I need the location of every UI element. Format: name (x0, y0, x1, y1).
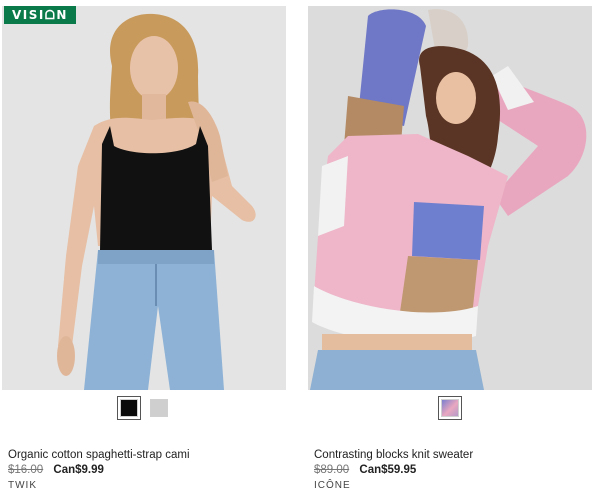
product-image-cami[interactable]: VISIᗝN (2, 6, 286, 390)
sale-price: Can$59.95 (359, 464, 417, 476)
brand-name: TWIK (8, 480, 37, 491)
price-row: $89.00 Can$59.95 (314, 463, 592, 478)
swatch-black-fill (120, 399, 138, 417)
swatch-black[interactable] (117, 396, 141, 420)
swatch-grey[interactable] (147, 396, 171, 420)
product-info: Organic cotton spaghetti-strap cami $16.… (8, 448, 286, 492)
product-name[interactable]: Organic cotton spaghetti-strap cami (8, 448, 286, 462)
swatch-grey-fill (150, 399, 168, 417)
sale-price: Can$9.99 (53, 464, 104, 476)
price-row: $16.00 Can$9.99 (8, 463, 286, 478)
original-price: $16.00 (8, 464, 44, 476)
product-name[interactable]: Contrasting blocks knit sweater (314, 448, 592, 462)
product-info: Contrasting blocks knit sweater $89.00 C… (314, 448, 592, 492)
product-image-sweater[interactable] (308, 6, 592, 390)
swatch-multicolor-fill (441, 399, 459, 417)
product-card-sweater[interactable]: Contrasting blocks knit sweater $89.00 C… (308, 6, 592, 491)
vision-badge: VISIᗝN (4, 6, 76, 24)
color-swatches (2, 396, 286, 426)
color-swatches (308, 396, 592, 426)
product-card-cami[interactable]: VISIᗝN Organic cotton spaghetti-strap ca… (2, 6, 286, 491)
swatch-multicolor[interactable] (438, 396, 462, 420)
brand-name: ICÔNE (314, 480, 351, 491)
original-price: $89.00 (314, 464, 350, 476)
